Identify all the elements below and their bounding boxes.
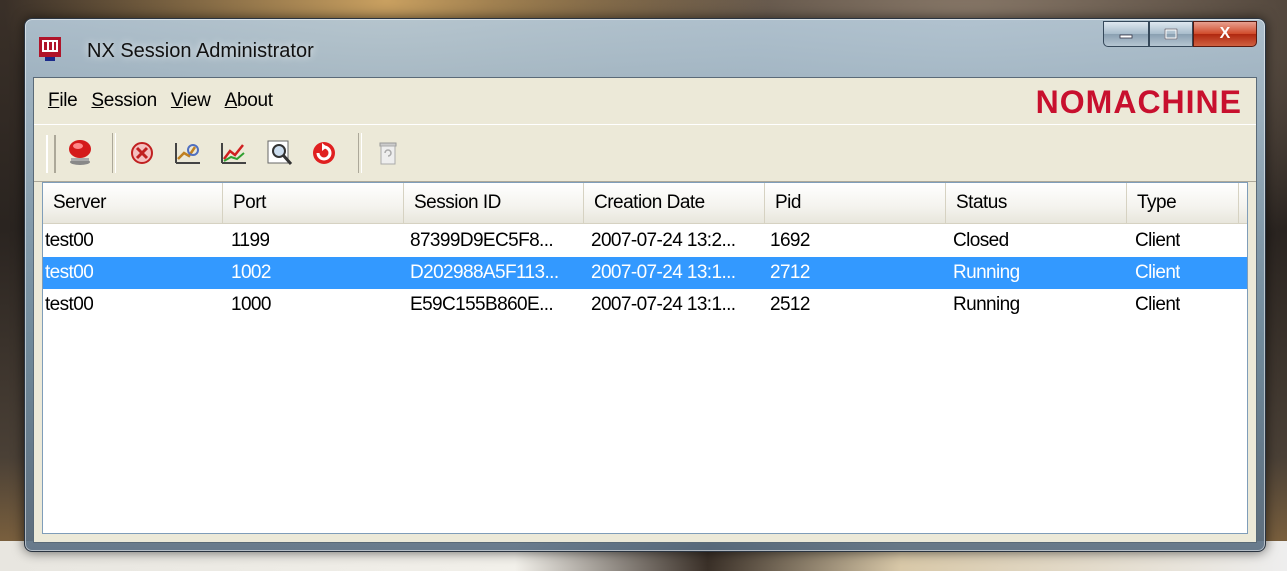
terminate-button[interactable]	[126, 137, 158, 169]
menu-about[interactable]: About	[225, 90, 273, 112]
cell-creation-date: 2007-07-24 13:2...	[591, 230, 736, 251]
close-button[interactable]: X	[1193, 21, 1257, 47]
minimize-button[interactable]	[1103, 21, 1149, 47]
cell-session-id: E59C155B860E...	[410, 294, 554, 315]
refresh-button[interactable]	[308, 137, 340, 169]
refresh-icon	[313, 142, 335, 164]
new-session-icon	[69, 140, 91, 165]
maximize-button[interactable]	[1149, 21, 1193, 47]
column-header-status[interactable]: Status	[946, 183, 1127, 223]
cell-creation-date: 2007-07-24 13:1...	[591, 262, 736, 283]
cell-session-id: D202988A5F113...	[410, 262, 559, 283]
app-window: NX Session Administrator X File Session …	[24, 18, 1266, 552]
cell-type: Client	[1135, 294, 1180, 315]
stats-button[interactable]	[172, 137, 204, 169]
cell-pid: 2512	[770, 294, 810, 315]
table-row-selected[interactable]: test00 1002 D202988A5F113... 2007-07-24 …	[43, 257, 1247, 289]
cell-status: Running	[953, 262, 1020, 283]
close-icon: X	[1219, 25, 1231, 42]
new-session-button[interactable]	[64, 137, 96, 169]
cell-port: 1000	[231, 294, 271, 315]
graph-icon	[221, 143, 246, 164]
cell-port: 1199	[231, 230, 270, 251]
cell-server: test00	[45, 230, 94, 251]
column-header-port[interactable]: Port	[223, 183, 404, 223]
column-header-type[interactable]: Type	[1127, 183, 1239, 223]
trash-icon	[379, 142, 397, 165]
brand-logo: NOMACHINE	[1035, 84, 1242, 120]
minimize-icon	[1119, 34, 1133, 39]
cell-session-id: 87399D9EC5F8...	[410, 230, 554, 251]
cell-type: Client	[1135, 262, 1180, 283]
search-icon	[267, 140, 293, 165]
toolbar-grip[interactable]	[46, 135, 56, 173]
menu-view[interactable]: View	[171, 90, 211, 112]
column-header-server[interactable]: Server	[43, 183, 223, 223]
cell-pid: 2712	[770, 262, 810, 283]
cell-port: 1002	[231, 262, 271, 283]
terminate-icon	[131, 142, 153, 164]
cell-server: test00	[45, 294, 94, 315]
column-header-pid[interactable]: Pid	[765, 183, 946, 223]
stats-icon	[175, 143, 200, 164]
toolbar	[34, 124, 1256, 182]
cell-pid: 1692	[770, 230, 810, 251]
cell-server: test00	[45, 262, 94, 283]
toolbar-separator	[358, 133, 362, 173]
table-row[interactable]: test00 1000 E59C155B860E... 2007-07-24 1…	[43, 289, 1247, 321]
app-icon	[39, 37, 61, 61]
menu-file[interactable]: File	[48, 90, 78, 112]
trash-button[interactable]	[372, 137, 404, 169]
window-controls: X	[1103, 21, 1257, 47]
graph-button[interactable]	[218, 137, 250, 169]
toolbar-separator	[112, 133, 116, 173]
title-bar[interactable]: NX Session Administrator X	[25, 19, 1265, 77]
search-button[interactable]	[264, 137, 296, 169]
cell-status: Running	[953, 294, 1020, 315]
menu-bar: File Session View About NOMACHINE	[34, 78, 1256, 124]
session-list[interactable]: Server Port Session ID Creation Date Pid…	[42, 182, 1248, 534]
cell-status: Closed	[953, 230, 1009, 251]
client-area: File Session View About NOMACHINE Server…	[33, 77, 1257, 543]
menu-session[interactable]: Session	[91, 90, 157, 112]
table-row[interactable]: test00 1199 87399D9EC5F8... 2007-07-24 1…	[43, 225, 1247, 257]
maximize-icon	[1164, 28, 1178, 40]
column-header-creation-date[interactable]: Creation Date	[584, 183, 765, 223]
cell-creation-date: 2007-07-24 13:1...	[591, 294, 736, 315]
list-header: Server Port Session ID Creation Date Pid…	[43, 183, 1247, 224]
window-title: NX Session Administrator	[87, 40, 314, 62]
column-header-session-id[interactable]: Session ID	[404, 183, 584, 223]
cell-type: Client	[1135, 230, 1180, 251]
